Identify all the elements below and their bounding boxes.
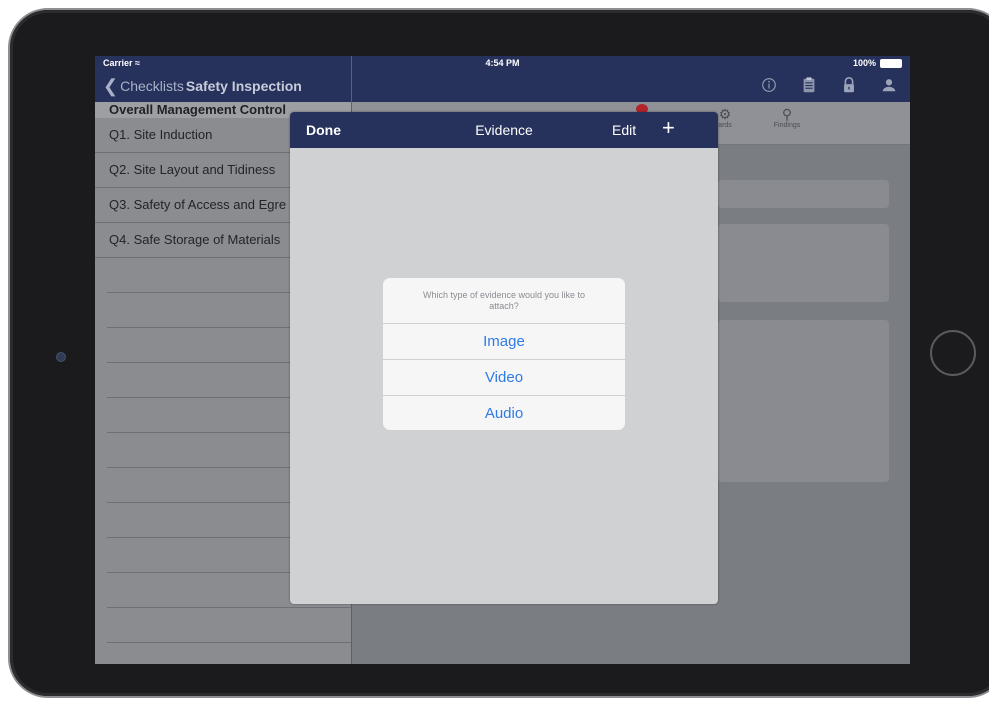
empty-row (107, 643, 351, 664)
evidence-type-alert: Which type of evidence would you like to… (383, 278, 625, 430)
battery-indicator: 100% (853, 58, 902, 68)
detail-card-1 (718, 180, 889, 208)
status-time: 4:54 PM (485, 58, 520, 68)
modal-toolbar: Done Evidence Edit + (290, 112, 718, 148)
modal-title: Evidence (475, 122, 533, 138)
empty-row (107, 608, 351, 643)
battery-icon (880, 58, 902, 68)
tab-findings[interactable]: ⚲ Findings (762, 106, 812, 129)
lightbulb-icon: ⚲ (781, 106, 793, 122)
info-icon[interactable] (760, 76, 778, 94)
image-option-button[interactable]: Image (383, 324, 625, 360)
home-button[interactable] (930, 330, 976, 376)
back-button[interactable]: ❮ Checklists Safety Inspection (103, 76, 302, 96)
audio-option-button[interactable]: Audio (383, 396, 625, 430)
lock-icon[interactable] (840, 76, 858, 94)
chevron-left-icon: ❮ (103, 76, 119, 96)
alert-message: Which type of evidence would you like to… (383, 278, 625, 324)
add-icon[interactable]: + (662, 116, 675, 140)
nav-icon-group (760, 76, 898, 94)
clipboard-icon[interactable] (800, 76, 818, 94)
back-label: Checklists (120, 78, 184, 94)
camera-icon (56, 352, 66, 362)
detail-card-2 (718, 224, 889, 302)
user-icon[interactable] (880, 76, 898, 94)
video-option-button[interactable]: Video (383, 360, 625, 396)
page-title: Safety Inspection (185, 78, 302, 94)
detail-card-3 (718, 320, 889, 482)
tab-findings-label: Findings (773, 122, 801, 129)
status-bar: Carrier ≈ 4:54 PM 100% (95, 56, 910, 70)
battery-percent: 100% (852, 58, 876, 68)
edit-button[interactable]: Edit (612, 122, 636, 138)
navigation-bar: ❮ Checklists Safety Inspection (95, 70, 910, 102)
tab-hazards-label: ards (718, 122, 732, 129)
